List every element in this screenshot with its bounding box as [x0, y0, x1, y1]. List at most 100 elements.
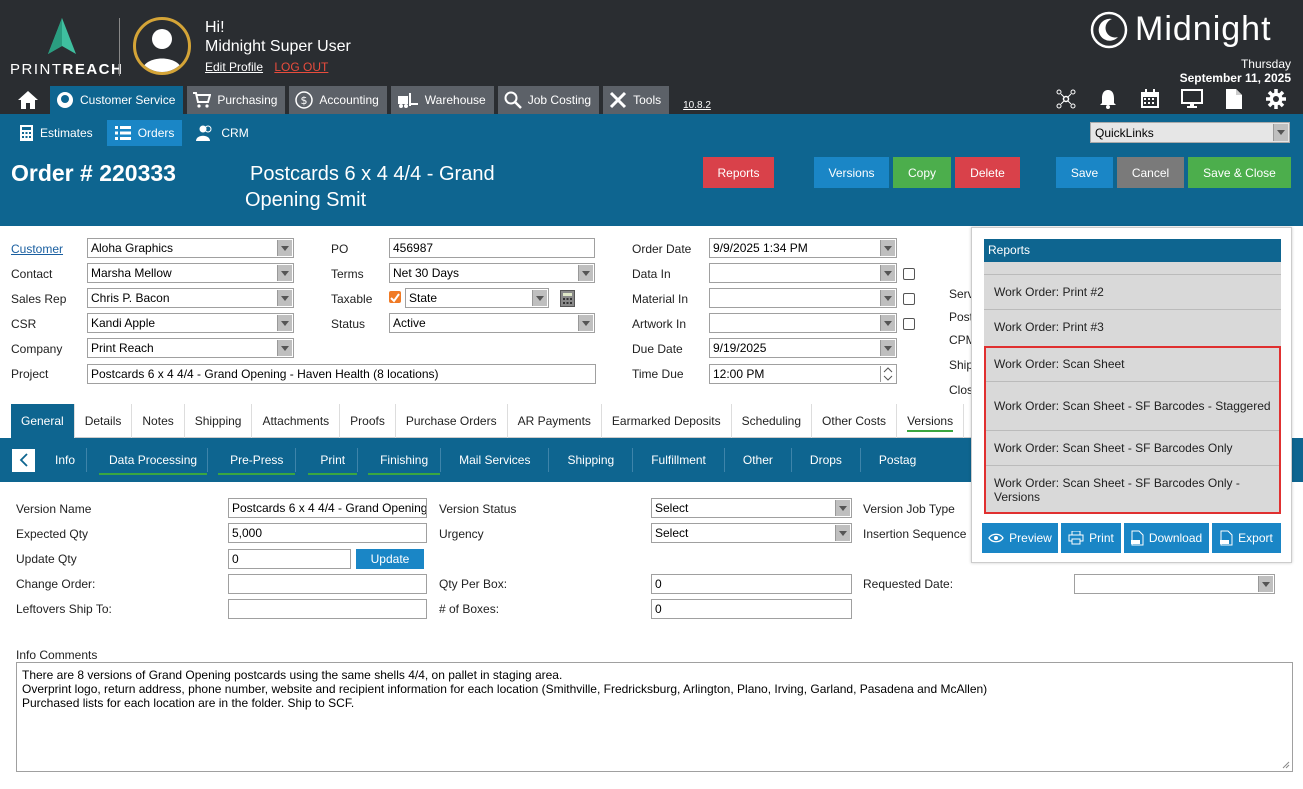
- artworkin-input[interactable]: [709, 313, 897, 333]
- csr-select[interactable]: Kandi Apple: [87, 313, 294, 333]
- project-input[interactable]: Postcards 6 x 4 4/4 - Grand Opening - Ha…: [87, 364, 596, 384]
- version-status-select[interactable]: Select: [651, 498, 852, 518]
- nav-tools[interactable]: Tools: [603, 86, 670, 114]
- boxes-input[interactable]: 0: [651, 599, 852, 619]
- monitor-icon[interactable]: [1181, 88, 1203, 110]
- datain-input[interactable]: [709, 263, 897, 283]
- orderdate-input[interactable]: 9/9/2025 1:34 PM: [709, 238, 897, 258]
- save-button[interactable]: Save: [1056, 157, 1113, 188]
- requested-date-input[interactable]: [1074, 574, 1275, 594]
- printreach-logo[interactable]: PRINTREACH: [10, 18, 122, 78]
- version-subtabs: Info Data Processing Pre-Press Print Fin…: [12, 448, 916, 475]
- subtab-fulfillment[interactable]: Fulfillment: [633, 448, 725, 472]
- nav-job-costing[interactable]: Job Costing: [497, 86, 600, 114]
- download-button[interactable]: Download: [1124, 523, 1209, 553]
- save-close-button[interactable]: Save & Close: [1188, 157, 1291, 188]
- subtab-print[interactable]: Print: [308, 448, 359, 475]
- version-name-input[interactable]: Postcards 6 x 4 4/4 - Grand Opening: [228, 498, 427, 518]
- logout-link[interactable]: LOG OUT: [274, 60, 328, 74]
- csv-file-icon: [1220, 530, 1233, 546]
- expected-qty-input[interactable]: 5,000: [228, 523, 427, 543]
- dollar-icon: $: [295, 91, 314, 109]
- tax-calculator-icon[interactable]: [560, 290, 575, 307]
- nav-accounting[interactable]: $ Accounting: [289, 86, 387, 114]
- network-icon[interactable]: [1055, 88, 1077, 110]
- avatar[interactable]: [133, 17, 191, 75]
- terms-select[interactable]: Net 30 Days: [389, 263, 595, 283]
- home-button[interactable]: [10, 86, 46, 114]
- info-comments-textarea[interactable]: There are 8 versions of Grand Opening po…: [16, 662, 1293, 772]
- bell-icon[interactable]: [1097, 88, 1119, 110]
- tab-attachments[interactable]: Attachments: [252, 404, 341, 438]
- datain-checkbox[interactable]: [903, 268, 915, 280]
- subtab-other[interactable]: Other: [725, 448, 792, 472]
- update-button[interactable]: Update: [356, 549, 424, 569]
- resize-handle-icon[interactable]: [1282, 761, 1290, 769]
- versions-button[interactable]: Versions: [814, 157, 889, 188]
- materialin-input[interactable]: [709, 288, 897, 308]
- materialin-checkbox[interactable]: [903, 293, 915, 305]
- nav-warehouse[interactable]: Warehouse: [390, 86, 494, 114]
- gear-icon[interactable]: [1265, 88, 1287, 110]
- tab-proofs[interactable]: Proofs: [340, 404, 396, 438]
- spinner-icon[interactable]: [880, 366, 895, 382]
- report-item[interactable]: Work Order: Print #3: [984, 309, 1281, 344]
- export-button[interactable]: Export: [1212, 523, 1281, 553]
- reports-button[interactable]: Reports: [703, 157, 774, 188]
- salesrep-select[interactable]: Chris P. Bacon: [87, 288, 294, 308]
- qty-per-box-input[interactable]: 0: [651, 574, 852, 594]
- subnav-orders[interactable]: Orders: [106, 120, 183, 146]
- tax-select[interactable]: State: [405, 288, 549, 308]
- tab-scheduling[interactable]: Scheduling: [732, 404, 813, 438]
- artworkin-checkbox[interactable]: [903, 318, 915, 330]
- delete-button[interactable]: Delete: [955, 157, 1020, 188]
- customer-link[interactable]: Customer: [11, 242, 63, 256]
- report-item[interactable]: Work Order: Print #2: [984, 274, 1281, 309]
- subtab-pre-press[interactable]: Pre-Press: [218, 448, 297, 475]
- tab-notes[interactable]: Notes: [132, 404, 185, 438]
- contact-select[interactable]: Marsha Mellow: [87, 263, 294, 283]
- change-order-input[interactable]: [228, 574, 427, 594]
- tab-general[interactable]: General: [11, 404, 75, 438]
- subtab-info[interactable]: Info: [55, 448, 88, 472]
- status-select[interactable]: Active: [389, 313, 595, 333]
- calendar-icon[interactable]: [1139, 88, 1161, 110]
- urgency-select[interactable]: Select: [651, 523, 852, 543]
- tab-ar-payments[interactable]: AR Payments: [508, 404, 602, 438]
- chevron-down-icon: [880, 240, 895, 256]
- update-qty-input[interactable]: 0: [228, 549, 351, 569]
- cancel-button[interactable]: Cancel: [1117, 157, 1184, 188]
- tab-details[interactable]: Details: [75, 404, 133, 438]
- subnav-crm[interactable]: CRM: [188, 120, 256, 146]
- subtab-shipping[interactable]: Shipping: [549, 448, 634, 472]
- subtab-finishing[interactable]: Finishing: [368, 448, 442, 475]
- quicklinks-select[interactable]: QuickLinks: [1090, 122, 1290, 143]
- duedate-input[interactable]: 9/19/2025: [709, 338, 897, 358]
- edit-profile-link[interactable]: Edit Profile: [205, 60, 263, 74]
- tab-purchase-orders[interactable]: Purchase Orders: [396, 404, 508, 438]
- taxable-checkbox[interactable]: [389, 291, 401, 303]
- chevron-down-icon: [1273, 124, 1288, 141]
- nav-customer-service[interactable]: Customer Service: [50, 86, 184, 114]
- customer-select[interactable]: Aloha Graphics: [87, 238, 294, 258]
- tab-earmarked-deposits[interactable]: Earmarked Deposits: [602, 404, 732, 438]
- company-select[interactable]: Print Reach: [87, 338, 294, 358]
- tab-shipping[interactable]: Shipping: [185, 404, 253, 438]
- back-button[interactable]: [12, 448, 35, 472]
- preview-button[interactable]: Preview: [982, 523, 1058, 553]
- subtab-mail-services[interactable]: Mail Services: [441, 448, 550, 472]
- nav-purchasing[interactable]: Purchasing: [187, 86, 286, 114]
- version-number[interactable]: 10.8.2: [683, 100, 711, 111]
- tab-versions[interactable]: Versions: [897, 404, 965, 438]
- copy-button[interactable]: Copy: [893, 157, 951, 188]
- tab-other-costs[interactable]: Other Costs: [812, 404, 898, 438]
- subnav-estimates[interactable]: Estimates: [12, 120, 101, 146]
- document-icon[interactable]: [1223, 88, 1245, 110]
- leftovers-input[interactable]: [228, 599, 427, 619]
- subtab-postage[interactable]: Postag: [861, 448, 916, 472]
- subtab-drops[interactable]: Drops: [792, 448, 861, 472]
- print-button[interactable]: Print: [1061, 523, 1121, 553]
- po-input[interactable]: 456987: [389, 238, 595, 258]
- timedue-input[interactable]: 12:00 PM: [709, 364, 897, 384]
- subtab-data-processing[interactable]: Data Processing: [99, 448, 209, 475]
